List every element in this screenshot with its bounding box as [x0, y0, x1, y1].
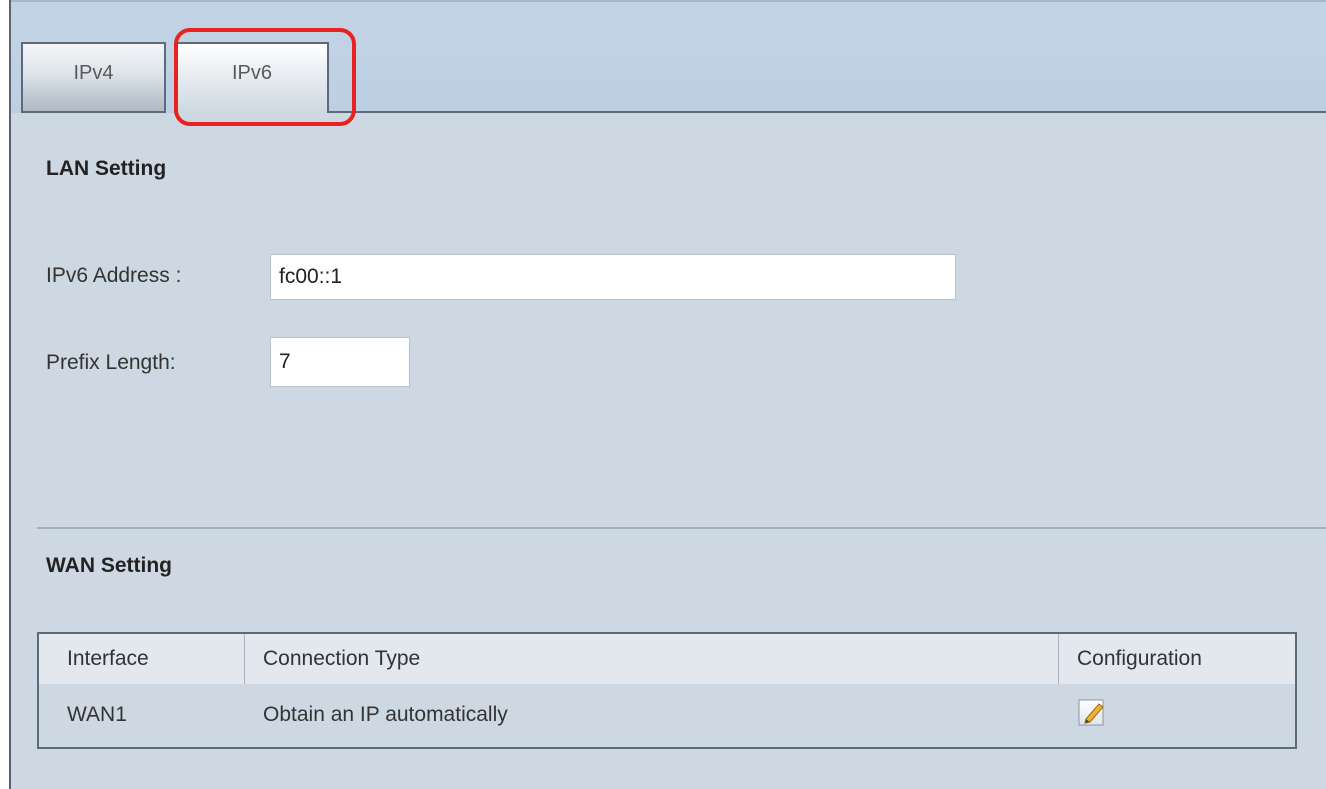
edit-icon[interactable]	[1077, 697, 1107, 727]
wan-setting-title: WAN Setting	[46, 554, 172, 577]
tab-ipv6-label: IPv6	[231, 62, 273, 84]
tab-ipv6[interactable]: IPv6	[175, 42, 329, 113]
column-divider	[244, 634, 245, 684]
column-divider	[1058, 634, 1059, 684]
ipv6-address-input[interactable]	[270, 254, 956, 300]
column-header-interface: Interface	[67, 647, 149, 670]
tab-ipv4-label: IPv4	[73, 62, 114, 84]
column-header-configuration: Configuration	[1077, 647, 1202, 670]
column-header-connection-type: Connection Type	[263, 647, 421, 670]
lan-setting-title: LAN Setting	[46, 157, 167, 180]
ipv6-address-label: IPv6 Address :	[46, 264, 182, 287]
cell-interface: WAN1	[67, 703, 127, 726]
prefix-length-input[interactable]	[270, 337, 410, 387]
prefix-length-label: Prefix Length:	[46, 351, 176, 374]
cell-connection-type: Obtain an IP automatically	[263, 703, 508, 726]
tab-ipv4[interactable]: IPv4	[21, 42, 166, 113]
section-divider	[37, 527, 1326, 529]
tab-strip-border	[174, 111, 1326, 113]
